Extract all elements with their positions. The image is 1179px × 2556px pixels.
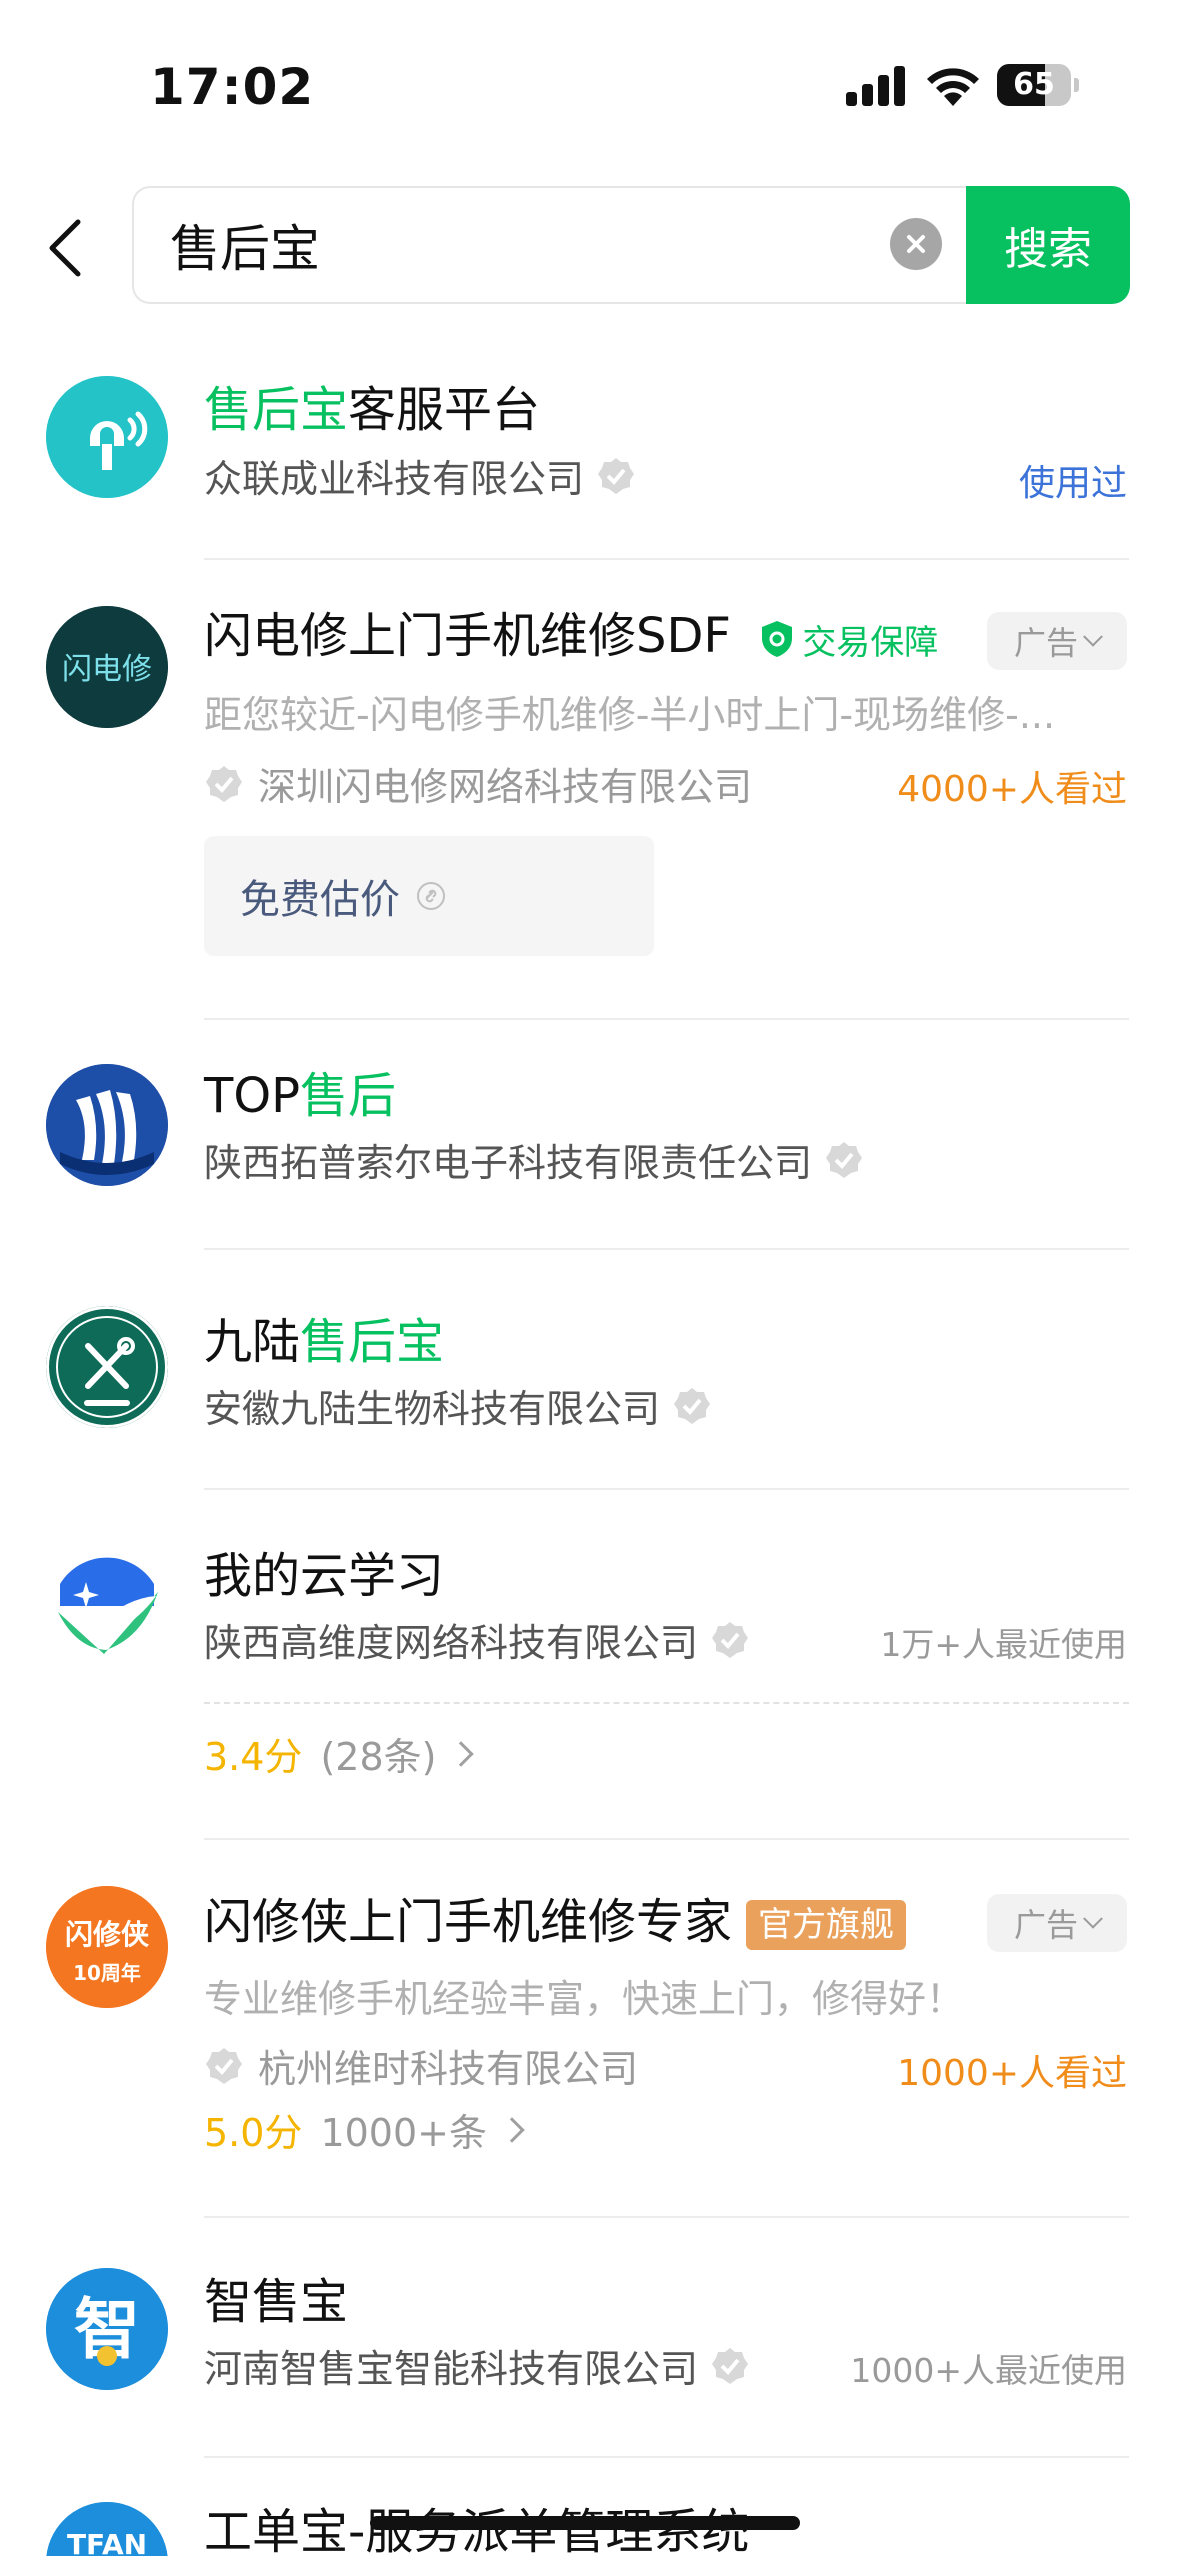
result-item[interactable]: 智 智售宝 河南智售宝智能科技有限公司 1000+人最近使用 <box>0 2216 1179 2458</box>
home-indicator <box>370 2516 800 2530</box>
rating-score: 3.4分 <box>204 1735 303 1779</box>
dashed-divider <box>204 1702 1129 1704</box>
rating-score: 5.0分 <box>204 2111 303 2155</box>
result-item[interactable]: TFAN 工单宝-服务派单管理系统 <box>0 2456 1179 2556</box>
chevron-down-icon <box>1083 1908 1103 1929</box>
free-estimate-button[interactable]: 免费估价 <box>204 836 654 956</box>
wifi-icon <box>927 68 979 106</box>
chevron-left-icon <box>49 219 81 277</box>
rating-link[interactable]: 3.4分 (28条) <box>204 1726 475 1781</box>
ad-badge[interactable]: 广告 <box>987 612 1127 670</box>
app-avatar <box>46 1064 168 1186</box>
result-item[interactable]: 九陆售后宝 安徽九陆生物科技有限公司 <box>0 1260 1179 1500</box>
verified-icon <box>712 1621 749 1658</box>
result-description: 专业维修手机经验丰富，快速上门，修得好！ <box>204 1977 965 2021</box>
result-item[interactable]: 我的云学习 陕西高维度网络科技有限公司 1万+人最近使用 3.4分 (28条) <box>0 1500 1179 1850</box>
search-box <box>132 186 1032 304</box>
view-count: 4000+人看过 <box>897 769 1127 810</box>
verified-icon <box>598 457 635 494</box>
app-avatar: 智 <box>46 2268 168 2390</box>
divider <box>204 1488 1129 1490</box>
result-company: 众联成业科技有限公司 <box>204 448 636 503</box>
result-title: 九陆售后宝 <box>204 1314 445 1370</box>
shield-icon <box>762 621 793 657</box>
result-company: 深圳闪电修网络科技有限公司 <box>204 756 752 811</box>
result-item-ad[interactable]: 闪电修 闪电修上门手机维修SDF 交易保障 广告 距您较近-闪电修手机维修-半小… <box>0 560 1179 1020</box>
result-company: 陕西拓普索尔电子科技有限责任公司 <box>204 1132 864 1187</box>
result-company: 陕西高维度网络科技有限公司 <box>204 1612 750 1667</box>
result-title: 闪修侠上门手机维修专家 官方旗舰 <box>204 1882 907 1952</box>
result-title: 闪电修上门手机维修SDF 交易保障 <box>204 608 939 664</box>
status-bar: 17:02 65 <box>0 0 1179 170</box>
verified-icon <box>206 765 242 802</box>
verified-icon <box>712 2347 749 2384</box>
avatar-text: 闪电修 <box>62 652 152 687</box>
avatar-text: 10周年 <box>73 1961 141 1985</box>
result-item[interactable]: 售后宝客服平台 众联成业科技有限公司 使用过 <box>0 340 1179 560</box>
chevron-right-icon <box>448 1740 475 1767</box>
clear-search-button[interactable] <box>890 218 942 270</box>
recent-users: 1000+人最近使用 <box>850 2351 1127 2390</box>
app-avatar: 闪电修 <box>46 606 168 728</box>
cellular-signal-icon <box>846 66 906 106</box>
app-avatar: TFAN <box>46 2502 168 2556</box>
app-avatar <box>46 1306 168 1428</box>
result-description: 距您较近-闪电修手机维修-半小时上门-现场维修-... <box>204 693 1056 737</box>
view-count: 1000+人看过 <box>897 2053 1127 2094</box>
verified-icon <box>826 1141 863 1178</box>
battery-icon: 65 <box>997 64 1079 106</box>
result-title: 我的云学习 <box>204 1548 445 1604</box>
chevron-right-icon <box>499 2116 525 2143</box>
status-time: 17:02 <box>150 58 315 116</box>
used-before-label: 使用过 <box>1018 463 1127 504</box>
result-item[interactable]: TOP售后 陕西拓普索尔电子科技有限责任公司 <box>0 1020 1179 1260</box>
app-avatar <box>46 376 168 498</box>
avatar-text: TFAN <box>67 2528 147 2556</box>
official-flagship-tag: 官方旗舰 <box>746 1900 907 1950</box>
rating-count: 1000+条 <box>320 2111 487 2155</box>
avatar-text: 闪修侠 <box>65 1918 150 1951</box>
result-company: 安徽九陆生物科技有限公司 <box>204 1378 712 1433</box>
rating-link[interactable]: 5.0分 1000+条 <box>204 2102 525 2157</box>
divider <box>204 1248 1129 1250</box>
result-title: 智售宝 <box>204 2274 349 2330</box>
result-title: TOP售后 <box>204 1068 397 1124</box>
ad-badge[interactable]: 广告 <box>987 1894 1127 1952</box>
rating-count: (28条) <box>320 1735 437 1779</box>
trade-guarantee-badge: 交易保障 <box>760 615 938 664</box>
result-company: 杭州维时科技有限公司 <box>204 2038 638 2093</box>
result-title: 售后宝客服平台 <box>204 382 541 438</box>
chevron-down-icon <box>1083 626 1103 647</box>
recent-users: 1万+人最近使用 <box>880 1625 1127 1664</box>
verified-icon <box>206 2047 242 2084</box>
back-button[interactable] <box>40 208 90 288</box>
battery-level: 65 <box>1013 67 1055 102</box>
result-company: 河南智售宝智能科技有限公司 <box>204 2338 750 2393</box>
app-avatar: 闪修侠 10周年 <box>46 1886 168 2008</box>
close-icon <box>907 235 925 253</box>
result-item-ad[interactable]: 闪修侠 10周年 闪修侠上门手机维修专家 官方旗舰 广告 专业维修手机经验丰富，快… <box>0 1840 1179 2220</box>
search-input[interactable] <box>170 188 950 302</box>
app-avatar <box>46 1546 168 1668</box>
search-button[interactable]: 搜索 <box>966 186 1130 304</box>
verified-icon <box>674 1387 711 1424</box>
link-icon <box>417 882 445 910</box>
